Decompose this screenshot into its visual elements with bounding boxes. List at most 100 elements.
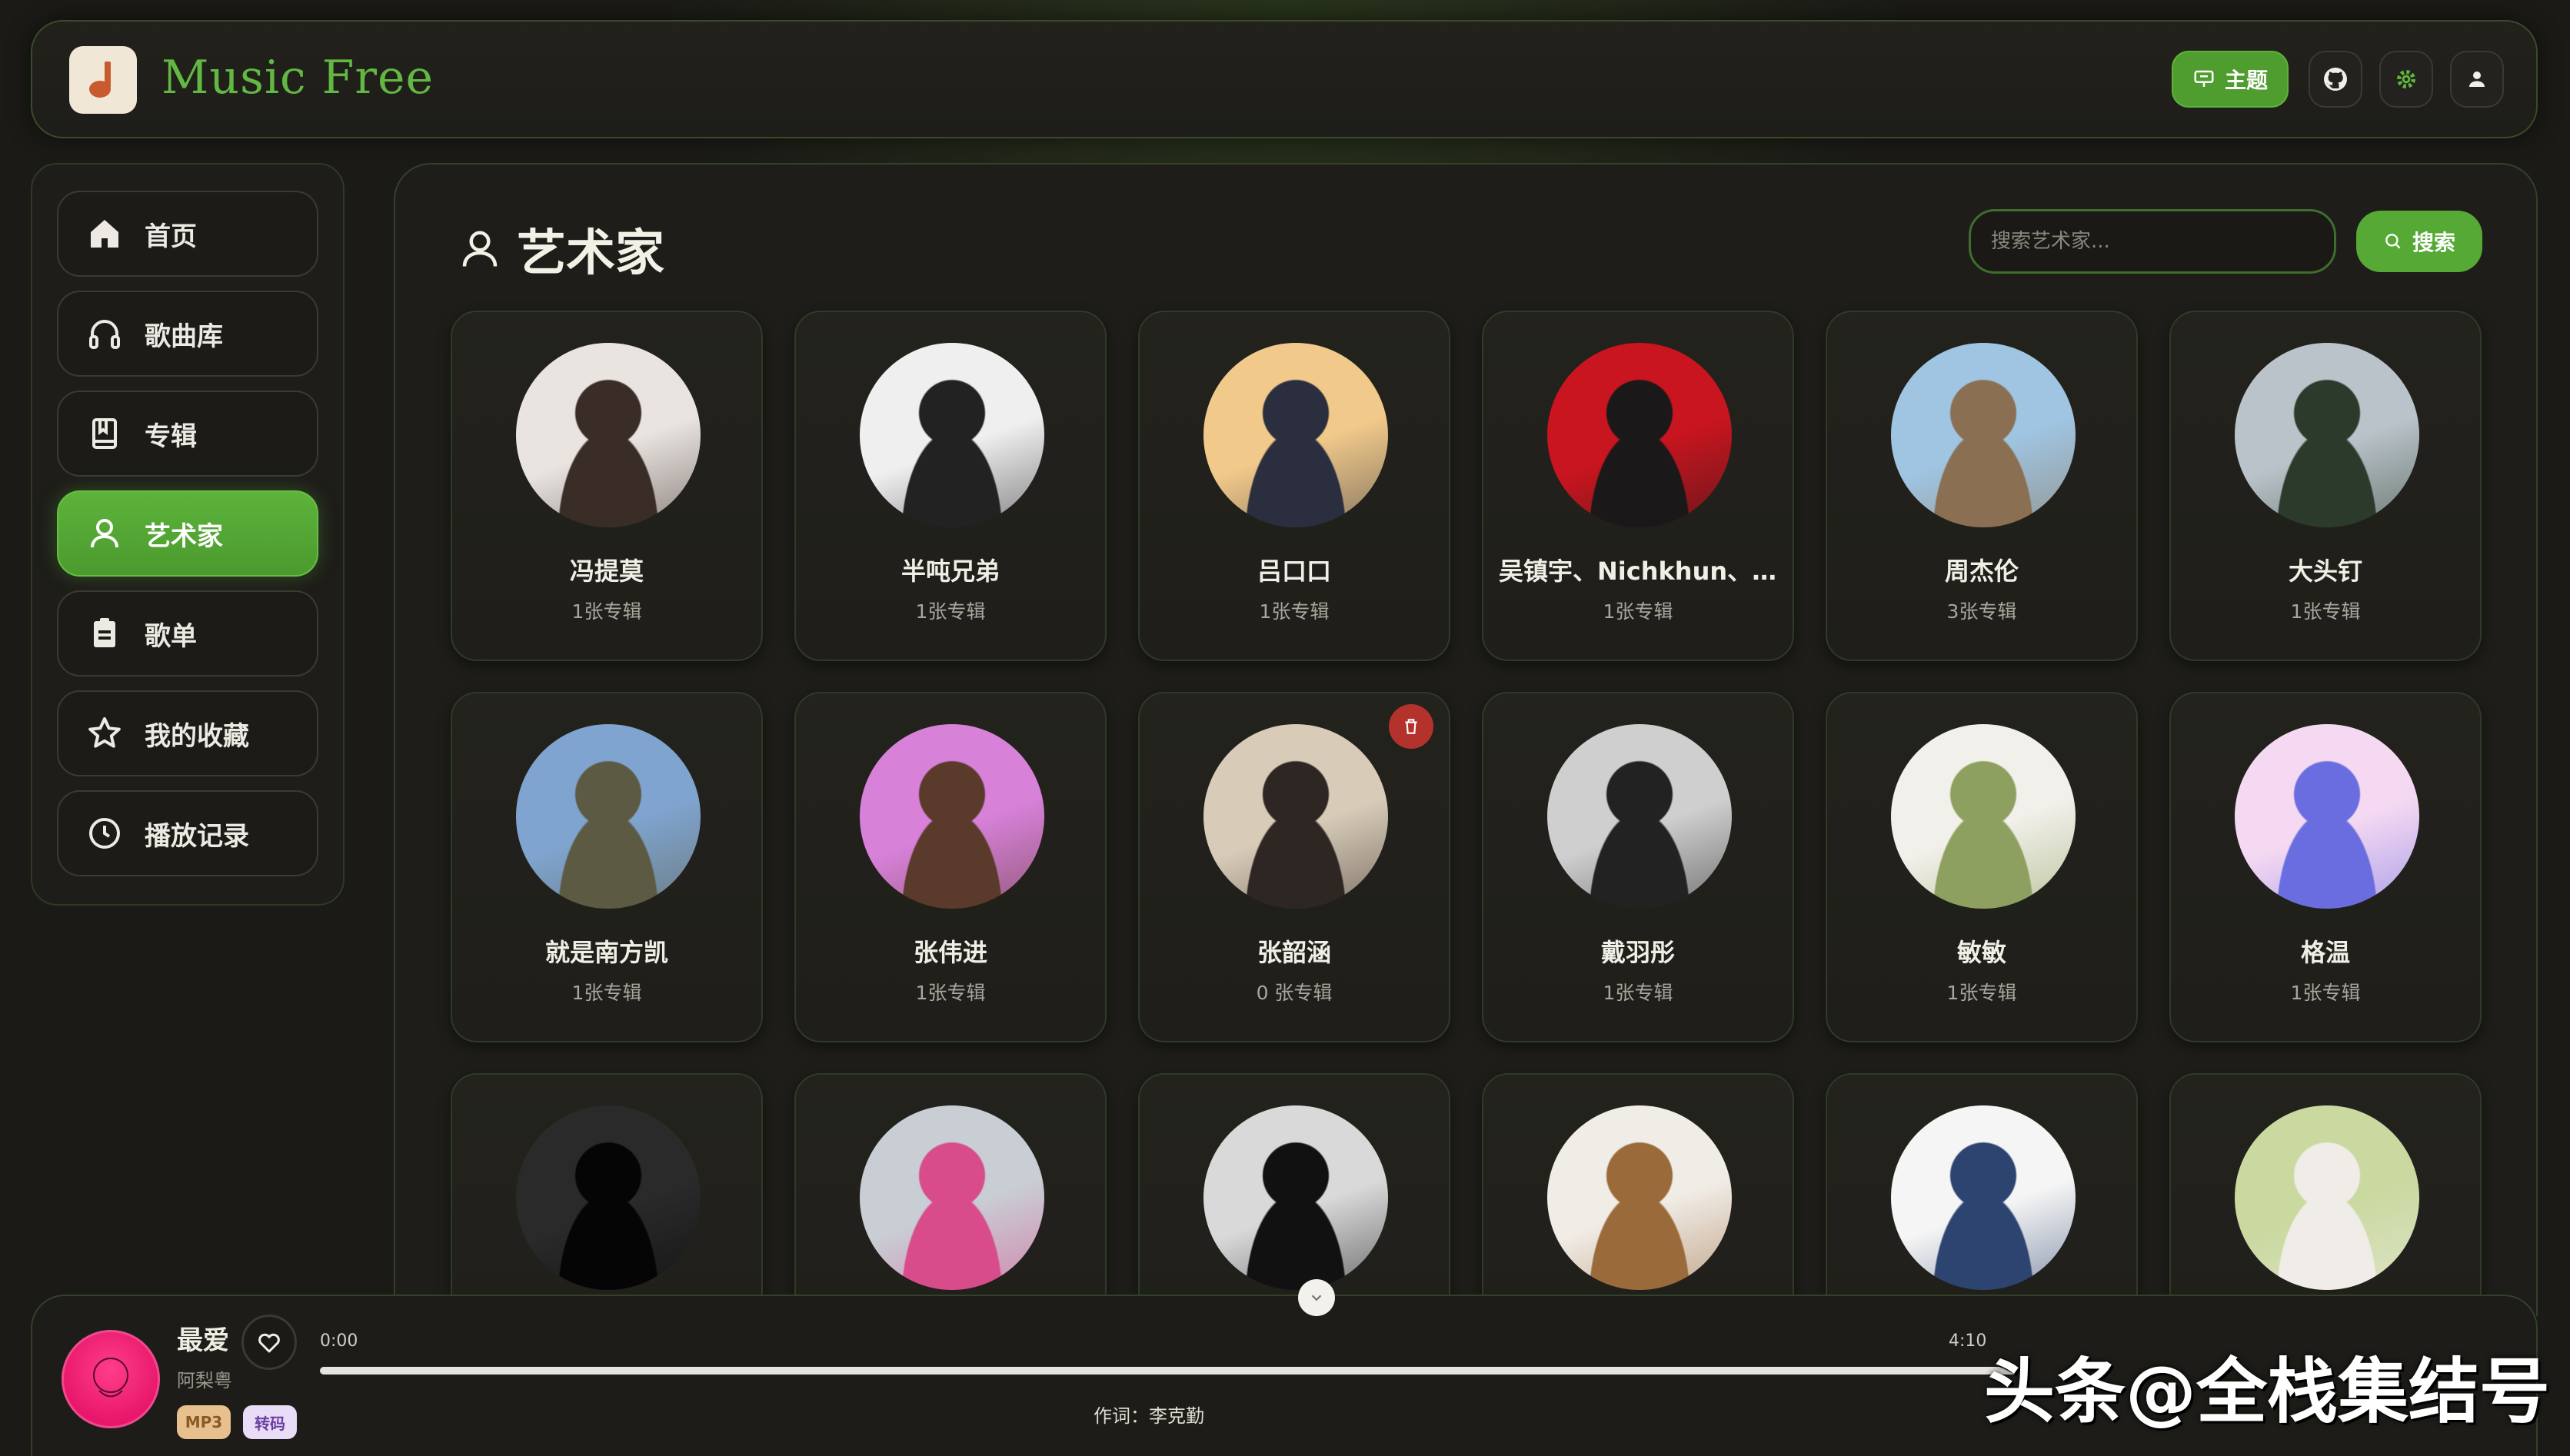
theme-label: 主题 <box>2224 68 2268 93</box>
artist-name: 戴羽彤 <box>1600 938 1675 967</box>
artist-card[interactable] <box>1826 1073 2138 1316</box>
sidebar-item-albums[interactable]: 专辑 <box>57 391 318 477</box>
artist-card[interactable] <box>2169 1073 2482 1316</box>
artist-avatar <box>516 343 701 527</box>
home-icon <box>91 220 118 248</box>
main-panel: 艺术家 搜索 冯提莫1张专辑半吨兄弟1张专辑吕口口1张专辑吴镇宇、Nichkhu… <box>394 163 2538 1316</box>
album-count: 1张专辑 <box>1946 982 2017 1004</box>
search-input[interactable] <box>1969 209 2336 274</box>
artist-avatar <box>2235 724 2419 909</box>
trash-icon <box>1405 719 1417 734</box>
artist-name: 周杰伦 <box>1944 557 2019 586</box>
artist-card[interactable]: 张伟进 1张专辑 <box>794 692 1107 1042</box>
artist-card[interactable]: 吕口口 1张专辑 <box>1138 311 1450 661</box>
artist-avatar <box>1891 1105 2076 1290</box>
artist-card[interactable]: 格温 1张专辑 <box>2169 692 2482 1042</box>
app-title: Music Free <box>161 51 434 105</box>
collapse-button[interactable] <box>1298 1279 1335 1316</box>
delete-button[interactable] <box>1389 704 1433 749</box>
github-icon <box>2324 68 2347 91</box>
artist-card[interactable] <box>451 1073 763 1316</box>
sidebar-item-label: 首页 <box>145 221 197 252</box>
artist-avatar <box>2235 343 2419 527</box>
artist-card[interactable]: 冯提莫 1张专辑 <box>451 311 763 661</box>
settings-button[interactable] <box>2379 51 2433 108</box>
artist-name: 张韶涵 <box>1257 938 1331 967</box>
album-cover[interactable] <box>62 1330 160 1428</box>
sidebar-item-artists[interactable]: 艺术家 <box>57 490 318 577</box>
artist-name: 大头钉 <box>2288 557 2362 586</box>
artist-avatar <box>516 1105 701 1290</box>
album-count: 3张专辑 <box>1946 600 2017 623</box>
sidebar-item-songs[interactable]: 歌曲库 <box>57 291 318 377</box>
album-count: 0 张专辑 <box>1256 982 1333 1004</box>
format-badge: MP3 <box>177 1405 231 1439</box>
music-note-icon <box>89 61 111 98</box>
artist-avatar <box>1203 724 1388 909</box>
artist-card[interactable] <box>1482 1073 1794 1316</box>
artist-card[interactable]: 周杰伦 3张专辑 <box>1826 311 2138 661</box>
artist-avatar <box>860 724 1044 909</box>
artist-card[interactable]: 戴羽彤 1张专辑 <box>1482 692 1794 1042</box>
artist-avatar <box>860 1105 1044 1290</box>
sidebar-item-favorites[interactable]: 我的收藏 <box>57 690 318 776</box>
search-button-label: 搜索 <box>2412 230 2455 255</box>
album-count: 1张专辑 <box>2290 982 2361 1004</box>
app-logo <box>69 46 137 114</box>
artist-avatar <box>860 343 1044 527</box>
clock-icon <box>89 818 120 849</box>
sidebar-item-label: 专辑 <box>145 421 197 452</box>
search-icon <box>2385 234 2401 249</box>
cover-art-icon <box>93 1358 128 1398</box>
convert-badge[interactable]: 转码 <box>243 1405 297 1439</box>
sidebar-item-label: 歌曲库 <box>145 321 223 352</box>
artist-name: 张伟进 <box>913 938 987 967</box>
album-count: 1张专辑 <box>571 982 642 1004</box>
book-icon <box>92 418 117 449</box>
user-button[interactable] <box>2450 51 2504 108</box>
github-button[interactable] <box>2309 51 2362 108</box>
artist-card[interactable]: 就是南方凯 1张专辑 <box>451 692 763 1042</box>
artist-card[interactable] <box>794 1073 1107 1316</box>
artist-name: 敏敏 <box>1956 938 2006 967</box>
theme-button[interactable]: 主题 <box>2172 51 2289 108</box>
artist-card[interactable]: 大头钉 1张专辑 <box>2169 311 2482 661</box>
artist-card[interactable]: 半吨兄弟 1张专辑 <box>794 311 1107 661</box>
artist-avatar <box>1203 1105 1388 1290</box>
artist-name: 就是南方凯 <box>544 938 668 967</box>
sidebar-item-history[interactable]: 播放记录 <box>57 790 318 876</box>
album-count: 1张专辑 <box>1603 600 1673 623</box>
artist-card[interactable]: 敏敏 1张专辑 <box>1826 692 2138 1042</box>
artist-card[interactable]: 吴镇宇、Nichkhun、... 1张专辑 <box>1482 311 1794 661</box>
artist-name: 格温 <box>2300 938 2350 967</box>
artist-avatar <box>2235 1105 2419 1290</box>
sidebar-item-label: 我的收藏 <box>145 720 249 752</box>
page-title-text: 艺术家 <box>517 225 664 282</box>
sidebar-item-home[interactable]: 首页 <box>57 191 318 277</box>
album-count: 1张专辑 <box>1259 600 1330 623</box>
user-icon <box>2469 71 2485 87</box>
song-artist: 阿梨粤 <box>177 1370 232 1391</box>
clipboard-icon <box>94 618 115 647</box>
artist-avatar <box>1203 343 1388 527</box>
album-count: 1张专辑 <box>915 982 986 1004</box>
artist-card[interactable]: 张韶涵 0 张专辑 <box>1138 692 1450 1042</box>
song-title: 最爱 <box>177 1325 229 1356</box>
album-count: 1张专辑 <box>571 600 642 623</box>
artist-name: 半吨兄弟 <box>900 557 1000 586</box>
artist-avatar <box>1891 343 2076 527</box>
search-button[interactable]: 搜索 <box>2356 211 2482 272</box>
chevron-down-icon <box>1311 1295 1322 1301</box>
heart-icon <box>258 1333 280 1353</box>
like-button[interactable] <box>241 1315 297 1370</box>
artist-card[interactable] <box>1138 1073 1450 1316</box>
palette-icon <box>2194 70 2214 87</box>
star-icon <box>88 717 121 748</box>
artist-avatar <box>1547 1105 1732 1290</box>
artist-avatar <box>516 724 701 909</box>
time-current: 0:00 <box>320 1331 358 1351</box>
artist-avatar <box>1891 724 2076 909</box>
sidebar-item-playlists[interactable]: 歌单 <box>57 590 318 676</box>
progress-bar[interactable] <box>320 1367 2019 1375</box>
sidebar-item-label: 播放记录 <box>145 820 249 852</box>
